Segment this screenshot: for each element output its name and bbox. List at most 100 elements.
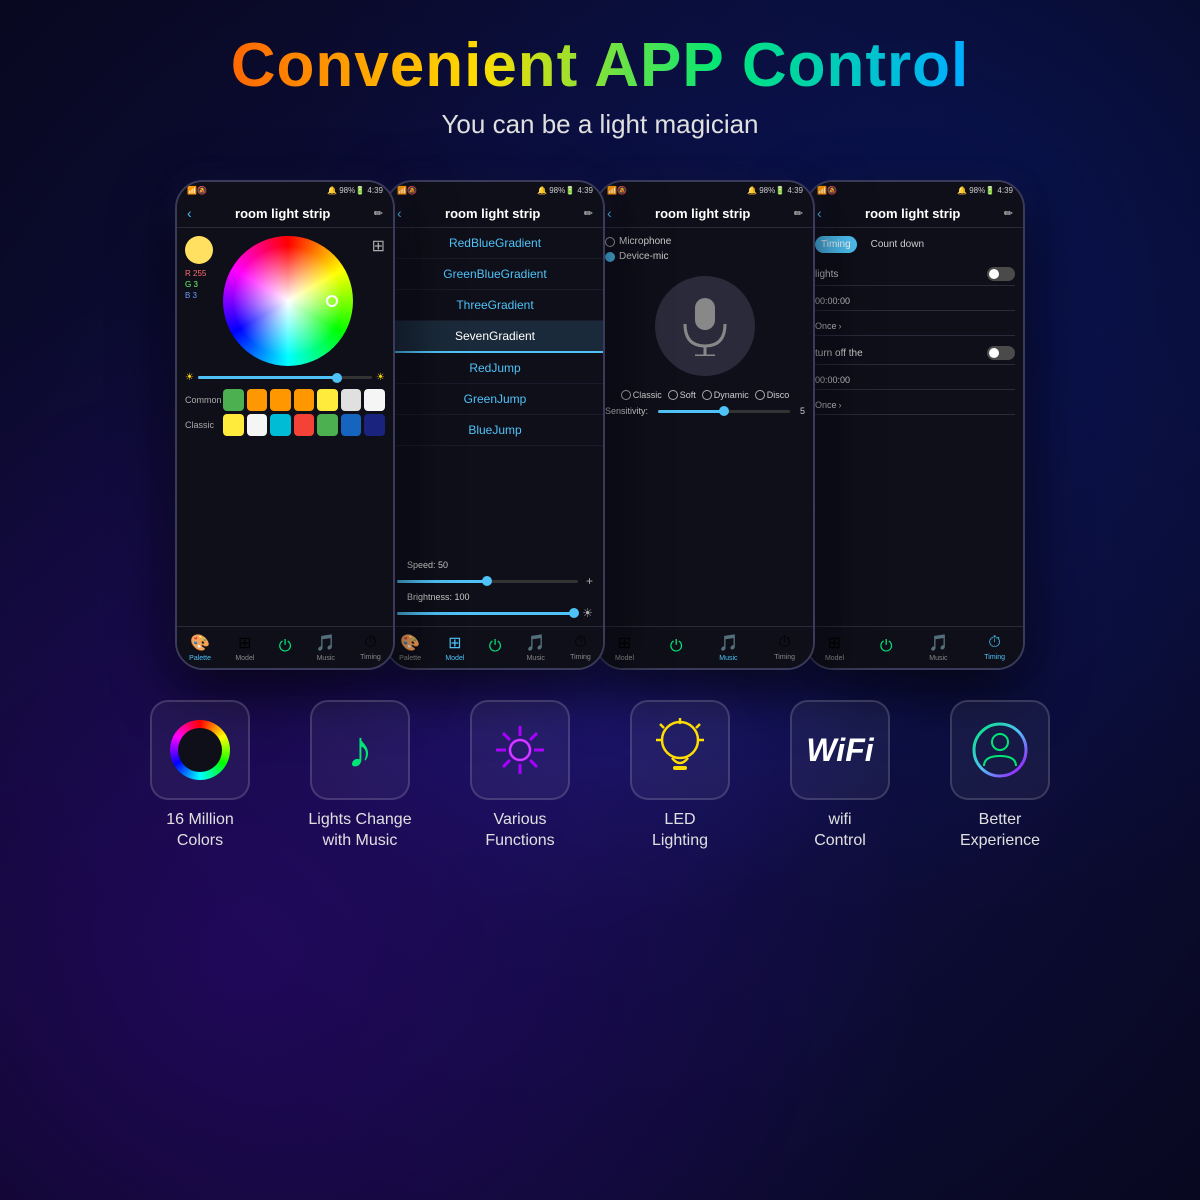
power-icon-3: ⏻ <box>670 638 683 656</box>
nav-power-2[interactable]: ⏻ <box>489 638 502 658</box>
nav-timing-label-2: Timing <box>570 654 591 661</box>
mode-redbluegradient[interactable]: RedBlueGradient <box>387 228 603 259</box>
status-left-1: 📶🔕 <box>187 186 207 195</box>
swatch-classic-white[interactable] <box>247 414 268 436</box>
swatch-yellow[interactable] <box>317 389 338 411</box>
edit-button-3[interactable]: ✏ <box>794 207 803 220</box>
time-value-1: 00:00:00 <box>815 296 850 306</box>
mic-option-microphone[interactable]: Microphone <box>605 236 805 247</box>
mode-greenjump[interactable]: GreenJump <box>387 384 603 415</box>
feature-label-experience: BetterExperience <box>960 810 1040 852</box>
nav-model[interactable]: ⊞ Model <box>235 633 254 662</box>
music-mode-dynamic[interactable]: Dynamic <box>702 390 749 400</box>
once-2[interactable]: Once › <box>815 400 842 410</box>
mode-threegradient[interactable]: ThreeGradient <box>387 290 603 321</box>
mode-greenbluegradient[interactable]: GreenBlueGradient <box>387 259 603 290</box>
swatch-classic-blue[interactable] <box>341 414 362 436</box>
mode-bluejump[interactable]: BlueJump <box>387 415 603 446</box>
brightness-slider-1[interactable] <box>198 376 372 379</box>
classic-swatches-row: Classic <box>185 414 385 436</box>
swatch-orange2[interactable] <box>270 389 291 411</box>
model-icon: ⊞ <box>238 633 251 653</box>
swatch-green[interactable] <box>223 389 244 411</box>
nav-power[interactable]: ⏻ <box>279 638 292 658</box>
swatch-white2[interactable] <box>364 389 385 411</box>
nav-music-4[interactable]: 🎵 Music <box>928 633 948 662</box>
swatch-white1[interactable] <box>341 389 362 411</box>
feature-icon-music: ♪ <box>310 700 410 800</box>
nav-model-3[interactable]: ⊞ Model <box>615 633 634 662</box>
status-bar-4: 📶🔕 🔔 98%🔋 4:39 <box>807 182 1023 199</box>
swatch-orange3[interactable] <box>294 389 315 411</box>
nav-model-label-4: Model <box>825 655 844 662</box>
swatch-orange1[interactable] <box>247 389 268 411</box>
mode-classic-label: Classic <box>633 390 662 400</box>
swatch-classic-cyan[interactable] <box>270 414 291 436</box>
radio-disco <box>755 390 765 400</box>
mic-option-device[interactable]: Device-mic <box>605 251 805 262</box>
swatch-classic-red[interactable] <box>294 414 315 436</box>
nav-palette[interactable]: 🎨 Palette <box>189 633 211 662</box>
feature-music: ♪ Lights Changewith Music <box>290 700 430 852</box>
toolbar-icon[interactable]: ⊞ <box>372 236 385 256</box>
nav-music-3[interactable]: 🎵 Music <box>718 633 738 662</box>
mode-sevengradient[interactable]: SevenGradient <box>387 321 603 353</box>
music-modes: Classic Soft Dynamic Disco <box>605 390 805 400</box>
nav-model-2[interactable]: ⊞ Model <box>445 633 464 662</box>
nav-music-2[interactable]: 🎵 Music <box>526 633 546 662</box>
mic-circle[interactable] <box>655 276 755 376</box>
app-header-3: ‹ room light strip ✏ <box>597 199 813 228</box>
music-mode-classic[interactable]: Classic <box>621 390 662 400</box>
speed-slider[interactable] <box>397 580 578 583</box>
edit-button-4[interactable]: ✏ <box>1004 207 1013 220</box>
nav-model-label-2: Model <box>445 655 464 662</box>
turnoff-toggle-dot <box>989 348 999 358</box>
feature-label-wifi: wifiControl <box>814 810 866 852</box>
swatch-classic-green[interactable] <box>317 414 338 436</box>
nav-palette-2[interactable]: 🎨 Palette <box>399 633 421 662</box>
nav-timing-3[interactable]: ⏱ Timing <box>774 634 795 661</box>
brightness-slider-2[interactable] <box>397 612 574 615</box>
feature-icon-functions <box>470 700 570 800</box>
nav-music[interactable]: 🎵 Music <box>316 633 336 662</box>
edit-button-2[interactable]: ✏ <box>584 207 593 220</box>
color-wheel[interactable] <box>223 236 353 366</box>
sun-bright-icon: ☀ <box>376 372 385 383</box>
radio-soft <box>668 390 678 400</box>
music-mode-disco[interactable]: Disco <box>755 390 790 400</box>
swatch-classic-yellow[interactable] <box>223 414 244 436</box>
nav-music-label-4: Music <box>929 655 947 662</box>
app-title-4: room light strip <box>822 206 1004 221</box>
music-mode-soft[interactable]: Soft <box>668 390 696 400</box>
swatch-classic-darkblue[interactable] <box>364 414 385 436</box>
music-icon-4: 🎵 <box>928 633 948 653</box>
nav-model-4[interactable]: ⊞ Model <box>825 633 844 662</box>
nav-power-4[interactable]: ⏻ <box>880 638 893 658</box>
tab-countdown[interactable]: Count down <box>865 236 930 253</box>
edit-button-1[interactable]: ✏ <box>374 207 383 220</box>
music-icon-3: 🎵 <box>718 633 738 653</box>
swatches-section: Common Classic <box>185 389 385 439</box>
color-dot <box>185 236 213 264</box>
sensitivity-slider[interactable] <box>658 410 790 413</box>
once-1[interactable]: Once › <box>815 321 842 331</box>
phone-2-wrapper: 📶🔕 🔔 98%🔋 4:39 ‹ room light strip ✏ RedB… <box>385 180 605 670</box>
status-bar-1: 📶🔕 🔔 98%🔋 4:39 <box>177 182 393 199</box>
status-right-2: 🔔 98%🔋 4:39 <box>537 186 593 195</box>
turnoff-toggle[interactable] <box>987 346 1015 360</box>
music-note-icon: ♪ <box>347 724 373 776</box>
nav-timing-label: Timing <box>360 654 381 661</box>
status-left-4: 📶🔕 <box>817 186 837 195</box>
nav-timing[interactable]: ⏱ Timing <box>360 634 381 661</box>
lights-toggle[interactable] <box>987 267 1015 281</box>
nav-power-3[interactable]: ⏻ <box>670 638 683 658</box>
speed-label: Speed: 50 <box>397 556 593 574</box>
bottom-nav-3: ⊞ Model ⏻ 🎵 Music ⏱ Timing <box>597 626 813 668</box>
tab-timing[interactable]: Timing <box>815 236 857 253</box>
speed-plus[interactable]: + <box>586 574 593 588</box>
nav-timing-4[interactable]: ⏱ Timing <box>984 634 1005 661</box>
feature-icon-experience <box>950 700 1050 800</box>
nav-timing-2[interactable]: ⏱ Timing <box>570 634 591 661</box>
mode-redjump[interactable]: RedJump <box>387 353 603 384</box>
bottom-nav-4: ⊞ Model ⏻ 🎵 Music ⏱ Timing <box>807 626 1023 668</box>
